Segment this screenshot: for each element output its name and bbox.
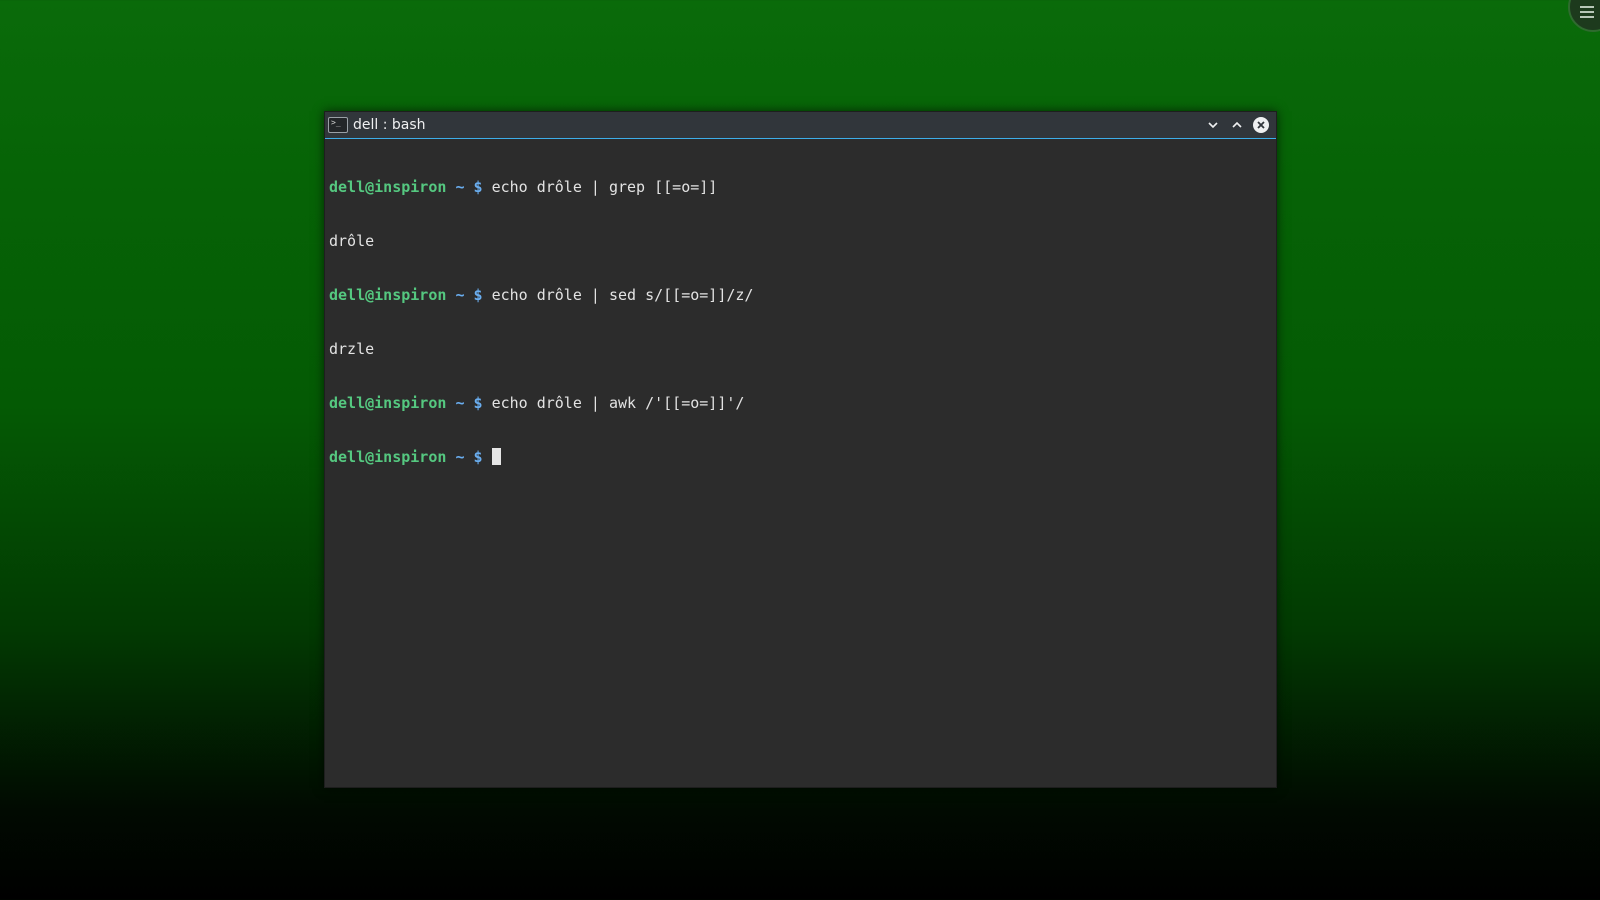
maximize-button[interactable] [1226, 114, 1248, 136]
window-titlebar[interactable]: >_ dell : bash [325, 112, 1276, 139]
close-icon [1253, 117, 1269, 133]
minimize-button[interactable] [1202, 114, 1224, 136]
terminal-output[interactable]: dell@inspiron ~ $ echo drôle | grep [[=o… [329, 142, 1272, 783]
hamburger-menu-icon [1580, 6, 1594, 18]
prompt-symbol: ~ $ [455, 286, 483, 304]
prompt-symbol: ~ $ [455, 178, 483, 196]
prompt-user: dell@inspiron [329, 394, 447, 412]
terminal-icon: >_ [328, 117, 348, 133]
terminal-active-prompt[interactable]: dell@inspiron ~ $ [329, 448, 1272, 466]
prompt-user: dell@inspiron [329, 286, 447, 304]
terminal-command-line: dell@inspiron ~ $ echo drôle | grep [[=o… [329, 178, 1272, 196]
prompt-user: dell@inspiron [329, 178, 447, 196]
prompt-user: dell@inspiron [329, 448, 447, 466]
prompt-symbol: ~ $ [455, 394, 483, 412]
terminal-command-line: dell@inspiron ~ $ echo drôle | awk /'[[=… [329, 394, 1272, 412]
chevron-down-icon [1208, 122, 1218, 129]
prompt-symbol: ~ $ [455, 448, 483, 466]
terminal-output-line: drôle [329, 232, 375, 250]
close-button[interactable] [1250, 114, 1272, 136]
command-text: echo drôle | sed s/[[=o=]]/z/ [491, 286, 754, 304]
terminal-command-line: dell@inspiron ~ $ echo drôle | sed s/[[=… [329, 286, 1272, 304]
terminal-output-line: drzle [329, 340, 375, 358]
desktop-menu-button[interactable] [1568, 0, 1600, 32]
terminal-window: >_ dell : bash dell@inspiron ~ $ echo dr… [324, 111, 1277, 788]
text-cursor [491, 448, 501, 465]
window-title: dell : bash [353, 117, 426, 133]
command-text: echo drôle | grep [[=o=]] [491, 178, 718, 196]
command-text: echo drôle | awk /'[[=o=]]'/ [491, 394, 745, 412]
chevron-up-icon [1232, 121, 1242, 128]
